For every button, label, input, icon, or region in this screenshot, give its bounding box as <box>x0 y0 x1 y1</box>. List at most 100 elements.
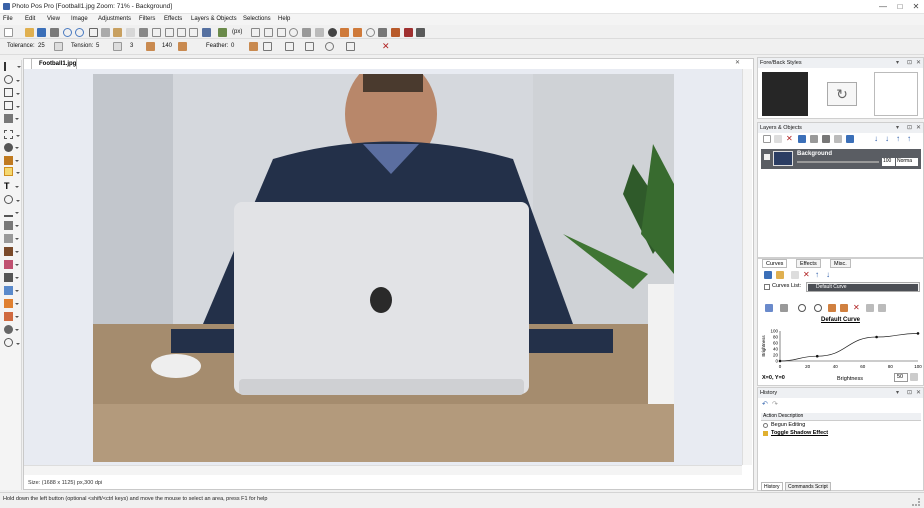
filter-icon[interactable] <box>378 28 387 37</box>
canvas-size-icon[interactable] <box>177 28 186 37</box>
curve-down-icon[interactable]: ↓ <box>826 271 834 279</box>
undo-icon[interactable] <box>63 28 72 37</box>
curve-delete-icon[interactable]: ✕ <box>803 271 811 279</box>
tension-value[interactable]: 5 <box>96 43 99 49</box>
width-value[interactable]: 140 <box>162 43 172 49</box>
levels-icon[interactable] <box>353 28 362 37</box>
red-eye-tool-icon[interactable] <box>4 338 20 347</box>
history-pin-icon[interactable]: ⊡ <box>907 389 912 396</box>
rotate-right-icon[interactable] <box>264 28 273 37</box>
layer-opacity-value[interactable]: 100 <box>882 158 895 166</box>
curve-channel-icon[interactable] <box>780 304 788 312</box>
tab-effects[interactable]: Effects <box>796 259 821 268</box>
new-layer-icon[interactable] <box>763 135 771 143</box>
curve-smooth-icon[interactable] <box>814 304 822 312</box>
panel-menu-icon[interactable]: ▾ <box>896 59 899 66</box>
drop-icon[interactable] <box>366 28 375 37</box>
image-menu-icon[interactable] <box>202 28 211 37</box>
print-icon[interactable] <box>50 28 59 37</box>
colors-icon[interactable] <box>340 28 349 37</box>
rect-select-tool-icon[interactable] <box>4 130 20 139</box>
layer-bottom-icon[interactable]: ↓ <box>885 135 893 143</box>
crop-tool-icon[interactable] <box>4 101 20 110</box>
select-sub-icon[interactable] <box>305 42 314 51</box>
line-tool-icon[interactable] <box>4 208 19 217</box>
cut-icon[interactable] <box>89 28 98 37</box>
layer-visibility-icon[interactable] <box>764 154 770 160</box>
zoom-tool-icon[interactable] <box>4 75 20 84</box>
curves-list-box[interactable]: Default Curve <box>806 282 920 292</box>
menu-selections[interactable]: Selections <box>243 16 271 22</box>
tolerance-value[interactable]: 25 <box>38 43 45 49</box>
horizontal-scrollbar[interactable] <box>24 465 742 475</box>
tab-history[interactable]: History <box>761 482 783 491</box>
curve-apply-icon[interactable] <box>828 304 836 312</box>
crop-icon[interactable] <box>152 28 161 37</box>
curves-list-checkbox[interactable] <box>764 284 770 290</box>
delete-layer-icon[interactable]: ✕ <box>786 135 794 143</box>
tolerance-slider-icon[interactable] <box>54 42 63 51</box>
smudge-tool-icon[interactable] <box>4 312 19 321</box>
layer-blend-mode[interactable]: Norma <box>896 158 918 166</box>
history-item-selected[interactable]: Toggle Shadow Effect <box>771 430 828 436</box>
new-icon[interactable] <box>4 28 13 37</box>
eyedropper-tool-icon[interactable] <box>4 273 19 282</box>
layer-effect-icon[interactable] <box>846 135 854 143</box>
copy-icon[interactable] <box>101 28 110 37</box>
layers-close-icon[interactable]: ✕ <box>916 124 921 131</box>
swap-colors-icon[interactable]: ↻ <box>827 82 857 106</box>
history-item[interactable]: Begun Editing <box>771 422 805 428</box>
tab-curves[interactable]: Curves <box>762 259 788 268</box>
pen-tool-icon[interactable] <box>4 156 19 165</box>
minimize-button[interactable]: — <box>878 2 888 12</box>
layer-group-icon[interactable] <box>834 135 842 143</box>
text-tool-icon[interactable]: T <box>4 182 19 191</box>
curve-flip-icon[interactable] <box>866 304 874 312</box>
select-transform-icon[interactable] <box>346 42 355 51</box>
doc-close-icon[interactable]: ✕ <box>735 59 740 66</box>
tab-misc[interactable]: Misc. <box>830 259 851 268</box>
tab-commands-script[interactable]: Commands Script <box>785 482 831 491</box>
layer-opacity-slider[interactable] <box>797 161 879 163</box>
pointer-tool-icon[interactable] <box>4 62 21 71</box>
resize-icon[interactable] <box>165 28 174 37</box>
sharpen-icon[interactable] <box>302 28 311 37</box>
curve-value-slider-icon[interactable] <box>910 373 918 381</box>
magic-wand-tool-icon[interactable] <box>4 114 19 123</box>
menu-file[interactable]: File <box>3 16 13 22</box>
feather-value[interactable]: 0 <box>231 43 234 49</box>
menu-image[interactable]: Image <box>71 16 88 22</box>
feather-icon[interactable] <box>249 42 258 51</box>
history-menu-icon[interactable]: ▾ <box>896 389 899 396</box>
width-icon[interactable] <box>178 42 187 51</box>
redo-icon[interactable] <box>75 28 84 37</box>
maximize-button[interactable]: □ <box>895 2 905 12</box>
effect-icon[interactable] <box>391 28 400 37</box>
gradient-tool-icon[interactable] <box>4 234 19 243</box>
merge-layer-icon[interactable] <box>810 135 818 143</box>
photo-canvas[interactable] <box>93 74 674 462</box>
menu-view[interactable]: View <box>47 16 60 22</box>
eraser-tool-icon[interactable] <box>4 260 19 269</box>
menu-help[interactable]: Help <box>278 16 290 22</box>
pixel-units[interactable]: (px) <box>232 29 242 35</box>
tension-slider-icon[interactable] <box>113 42 122 51</box>
menu-edit[interactable]: Edit <box>25 16 35 22</box>
layer-top-icon[interactable]: ↑ <box>907 135 915 143</box>
back-color-swatch[interactable] <box>874 72 918 116</box>
select-add-icon[interactable] <box>285 42 294 51</box>
curve-up-icon[interactable]: ↑ <box>815 271 823 279</box>
save-icon[interactable] <box>37 28 46 37</box>
close-button[interactable]: ✕ <box>911 2 921 12</box>
panel-pin-icon[interactable]: ⊡ <box>907 59 912 66</box>
curve-point-icon[interactable] <box>798 304 806 312</box>
curve-chart[interactable]: 0 20 40 60 80 100020406080100Brightness <box>760 325 923 371</box>
selection-mode-icon[interactable] <box>263 42 272 51</box>
shape-tool-icon[interactable] <box>4 195 20 204</box>
history-undo-icon[interactable]: ↶ <box>762 400 768 408</box>
rotate-left-icon[interactable] <box>251 28 260 37</box>
layers-pin-icon[interactable]: ⊡ <box>907 124 912 131</box>
curve-edit-icon[interactable] <box>765 304 773 312</box>
history-close-icon[interactable]: ✕ <box>916 389 921 396</box>
curve-save-icon[interactable] <box>764 271 772 279</box>
